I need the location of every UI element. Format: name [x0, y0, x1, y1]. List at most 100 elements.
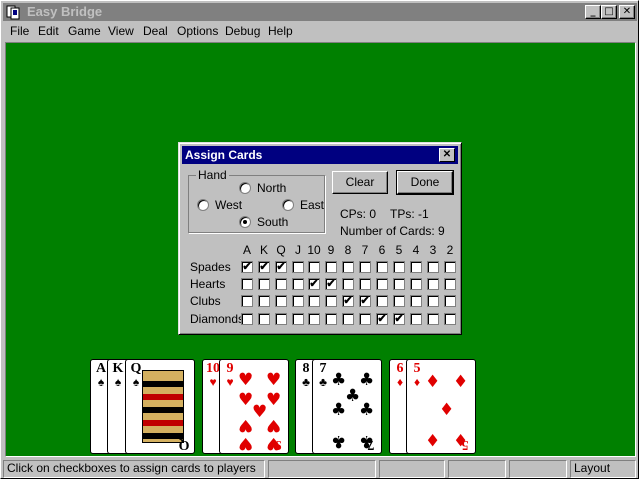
- checkbox-clubs-j[interactable]: [292, 295, 304, 307]
- menu-deal[interactable]: Deal: [142, 24, 169, 39]
- card-pip: ♥: [252, 402, 268, 422]
- checkbox-clubs-2[interactable]: [444, 295, 456, 307]
- checkbox-hearts-2[interactable]: [444, 278, 456, 290]
- checkbox-spades-a[interactable]: ✔: [241, 261, 253, 273]
- checkbox-diamonds-3[interactable]: [427, 313, 439, 325]
- dialog-title-bar[interactable]: Assign Cards ✕: [182, 146, 458, 164]
- checkbox-hearts-10[interactable]: ✔: [308, 278, 320, 290]
- radio-south[interactable]: South: [239, 215, 288, 229]
- checkbox-spades-j[interactable]: [292, 261, 304, 273]
- checkbox-diamonds-j[interactable]: [292, 313, 304, 325]
- checkbox-spades-8[interactable]: [342, 261, 354, 273]
- radio-south-circle[interactable]: [239, 216, 251, 228]
- checkbox-clubs-10[interactable]: [308, 295, 320, 307]
- checkbox-hearts-k[interactable]: [258, 278, 270, 290]
- card-corner: K ♠: [111, 362, 125, 389]
- card-pip: ♣: [359, 370, 375, 390]
- radio-east[interactable]: East: [282, 198, 324, 212]
- checkbox-spades-q[interactable]: ✔: [275, 261, 287, 273]
- checkbox-clubs-3[interactable]: [427, 295, 439, 307]
- checkbox-diamonds-6[interactable]: ✔: [376, 313, 388, 325]
- window-title: Easy Bridge: [27, 4, 103, 19]
- checkbox-spades-6[interactable]: [376, 261, 388, 273]
- checkbox-diamonds-k[interactable]: [258, 313, 270, 325]
- card-corner-bottom: 5: [458, 437, 472, 452]
- checkbox-clubs-5[interactable]: [393, 295, 405, 307]
- checkbox-hearts-a[interactable]: [241, 278, 253, 290]
- checkbox-diamonds-a[interactable]: [241, 313, 253, 325]
- radio-north-circle[interactable]: [239, 182, 251, 194]
- checkbox-clubs-7[interactable]: ✔: [359, 295, 371, 307]
- checkbox-hearts-5[interactable]: [393, 278, 405, 290]
- menu-view[interactable]: View: [107, 24, 135, 39]
- checkbox-clubs-9[interactable]: [325, 295, 337, 307]
- checkbox-hearts-3[interactable]: [427, 278, 439, 290]
- menu-help[interactable]: Help: [267, 24, 294, 39]
- checkbox-diamonds-5[interactable]: ✔: [393, 313, 405, 325]
- checkbox-diamonds-8[interactable]: [342, 313, 354, 325]
- card-suit: ♦: [396, 375, 404, 389]
- menu-game[interactable]: Game: [67, 24, 102, 39]
- checkbox-diamonds-7[interactable]: [359, 313, 371, 325]
- card-corner-bottom: 9: [271, 437, 285, 452]
- checkbox-spades-9[interactable]: [325, 261, 337, 273]
- card-rank: 6: [396, 361, 404, 376]
- checkbox-diamonds-9[interactable]: [325, 313, 337, 325]
- checkbox-spades-4[interactable]: [410, 261, 422, 273]
- checkbox-hearts-4[interactable]: [410, 278, 422, 290]
- card-suit: ♥: [209, 375, 217, 389]
- radio-north[interactable]: North: [239, 181, 286, 195]
- checkbox-spades-3[interactable]: [427, 261, 439, 273]
- card-pip: ♣: [345, 386, 361, 406]
- playing-card[interactable]: Q ♠ Q: [125, 359, 195, 454]
- playing-card[interactable]: 7 ♣ ♣ ♣ ♣ ♣ ♣ ♣ ♣ 7: [312, 359, 382, 454]
- close-button[interactable]: ✕: [619, 5, 635, 19]
- menu-debug[interactable]: Debug: [224, 24, 261, 39]
- card-pip: ♣: [331, 370, 347, 390]
- card-rank: 10: [206, 361, 220, 376]
- checkbox-clubs-q[interactable]: [275, 295, 287, 307]
- checkbox-hearts-9[interactable]: ✔: [325, 278, 337, 290]
- card-pip: ♥: [266, 370, 282, 390]
- card-pip: ♥: [238, 390, 254, 410]
- card-rank: 5: [461, 437, 469, 452]
- card-pip: ♦: [453, 372, 469, 392]
- done-button[interactable]: Done: [396, 170, 454, 195]
- playing-card[interactable]: 9 ♥ ♥ ♥ ♥ ♥ ♥ ♥ ♥ ♥ ♥ 9: [219, 359, 289, 454]
- checkbox-clubs-8[interactable]: ✔: [342, 295, 354, 307]
- radio-west[interactable]: West: [197, 198, 242, 212]
- dialog-close-button[interactable]: ✕: [439, 148, 455, 162]
- radio-west-circle[interactable]: [197, 199, 209, 211]
- checkbox-hearts-j[interactable]: [292, 278, 304, 290]
- checkbox-spades-2[interactable]: [444, 261, 456, 273]
- checkbox-spades-k[interactable]: ✔: [258, 261, 270, 273]
- menu-edit[interactable]: Edit: [37, 24, 60, 39]
- minimize-button[interactable]: _: [585, 5, 601, 19]
- checkbox-hearts-q[interactable]: [275, 278, 287, 290]
- clear-button[interactable]: Clear: [332, 171, 388, 194]
- checkbox-clubs-4[interactable]: [410, 295, 422, 307]
- title-bar[interactable]: Easy Bridge _ □ ✕: [3, 3, 637, 21]
- checkbox-spades-5[interactable]: [393, 261, 405, 273]
- cps-readout: CPs: 0: [340, 207, 377, 221]
- checkbox-spades-10[interactable]: [308, 261, 320, 273]
- playing-card[interactable]: 5 ♦ ♦ ♦ ♦ ♦ ♦ 5: [406, 359, 476, 454]
- checkbox-clubs-k[interactable]: [258, 295, 270, 307]
- checkbox-diamonds-q[interactable]: [275, 313, 287, 325]
- checkbox-diamonds-2[interactable]: [444, 313, 456, 325]
- checkbox-diamonds-4[interactable]: [410, 313, 422, 325]
- menu-options[interactable]: Options: [176, 24, 219, 39]
- checkbox-hearts-8[interactable]: [342, 278, 354, 290]
- card-corner-bottom: Q: [177, 437, 191, 452]
- radio-east-circle[interactable]: [282, 199, 294, 211]
- tps-readout: TPs: -1: [390, 207, 429, 221]
- checkbox-hearts-7[interactable]: [359, 278, 371, 290]
- checkbox-hearts-6[interactable]: [376, 278, 388, 290]
- checkbox-diamonds-10[interactable]: [308, 313, 320, 325]
- checkbox-clubs-a[interactable]: [241, 295, 253, 307]
- checkbox-clubs-6[interactable]: [376, 295, 388, 307]
- menu-file[interactable]: File: [9, 24, 30, 39]
- maximize-button[interactable]: □: [601, 5, 617, 19]
- rank-header: 4: [412, 243, 420, 257]
- checkbox-spades-7[interactable]: [359, 261, 371, 273]
